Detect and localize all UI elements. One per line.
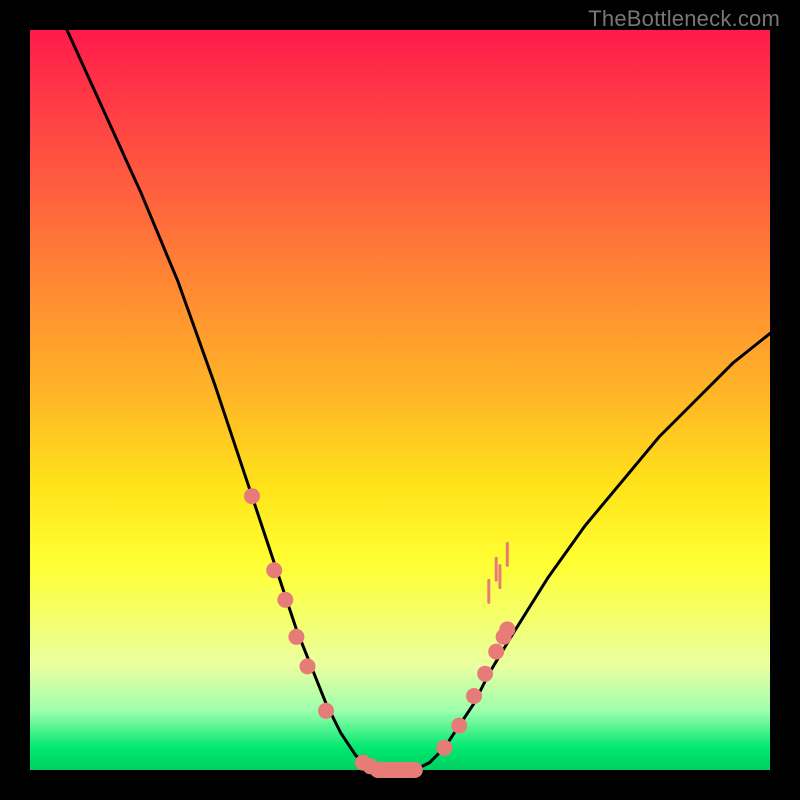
chart-frame: TheBottleneck.com (0, 0, 800, 800)
plot-area (30, 30, 770, 770)
curve-markers (244, 488, 515, 774)
curve-marker (318, 703, 334, 719)
curve-marker (244, 488, 260, 504)
bottleneck-curve (67, 30, 770, 770)
curve-marker (266, 562, 282, 578)
curve-marker (477, 666, 493, 682)
curve-marker (436, 740, 452, 756)
curve-marker (499, 621, 515, 637)
curve-marker (488, 644, 504, 660)
curve-marker (288, 629, 304, 645)
curve-marker (466, 688, 482, 704)
curve-marker (300, 658, 316, 674)
watermark-text: TheBottleneck.com (588, 6, 780, 32)
right-spikes (489, 543, 508, 602)
curve-svg (30, 30, 770, 770)
curve-marker (451, 718, 467, 734)
curve-marker (277, 592, 293, 608)
